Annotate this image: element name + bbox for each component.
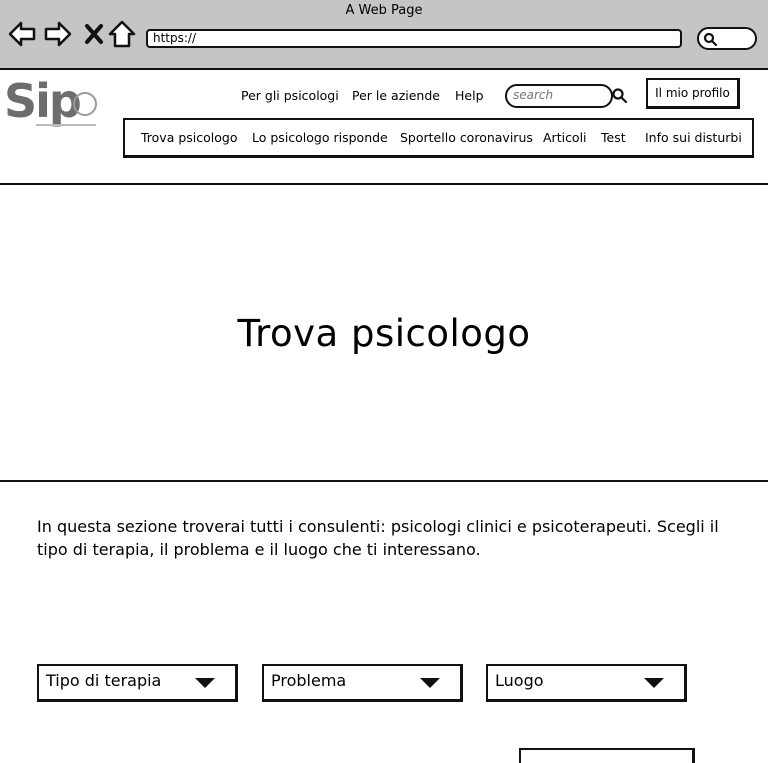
logo-face-icon [73, 92, 97, 116]
search-icon[interactable] [612, 88, 628, 104]
search-button[interactable] [519, 748, 695, 763]
nav-info-sui-disturbi[interactable]: Info sui disturbi [645, 130, 742, 145]
nav-lo-psicologo-risponde[interactable]: Lo psicologo risponde [252, 130, 388, 145]
chevron-down-icon [644, 678, 664, 688]
dropdown-label: Luogo [495, 671, 544, 690]
back-arrow-icon[interactable] [6, 18, 38, 50]
dropdown-problema[interactable]: Problema [262, 664, 463, 702]
chevron-down-icon [420, 678, 440, 688]
main-navigation: Trova psicologo Lo psicologo risponde Sp… [123, 118, 754, 158]
site-search-input[interactable]: search [505, 84, 613, 108]
dropdown-label: Problema [271, 671, 347, 690]
link-per-gli-psicologi[interactable]: Per gli psicologi [241, 88, 339, 103]
nav-trova-psicologo[interactable]: Trova psicologo [141, 130, 237, 145]
forward-arrow-icon[interactable] [42, 18, 74, 50]
logo-tagline-mark [36, 124, 96, 126]
nav-articoli[interactable]: Articoli [543, 130, 587, 145]
intro-text: In questa sezione troverai tutti i consu… [37, 517, 719, 559]
profile-button[interactable]: Il mio profilo [646, 78, 740, 109]
url-bar[interactable]: https:// [146, 29, 682, 48]
browser-search-button[interactable] [697, 27, 757, 50]
browser-title: A Web Page [345, 3, 423, 18]
home-icon[interactable] [106, 18, 138, 50]
page-title: Trova psicologo [237, 312, 531, 355]
hero-section: Trova psicologo [0, 185, 768, 482]
nav-sportello-coronavirus[interactable]: Sportello coronavirus [400, 130, 533, 145]
link-per-le-aziende[interactable]: Per le aziende [352, 88, 440, 103]
dropdown-luogo[interactable]: Luogo [486, 664, 687, 702]
dropdown-tipo-di-terapia[interactable]: Tipo di terapia [37, 664, 238, 702]
search-icon [703, 32, 718, 47]
nav-test[interactable]: Test [601, 130, 626, 145]
dropdown-label: Tipo di terapia [46, 671, 162, 690]
browser-chrome: A Web Page https:// [0, 0, 768, 70]
link-help[interactable]: Help [455, 88, 484, 103]
site-header: Sip Per gli psicologi Per le aziende Hel… [0, 70, 768, 185]
site-logo[interactable]: Sip [4, 74, 100, 132]
logo-text: Sip [4, 74, 82, 128]
chevron-down-icon [195, 678, 215, 688]
